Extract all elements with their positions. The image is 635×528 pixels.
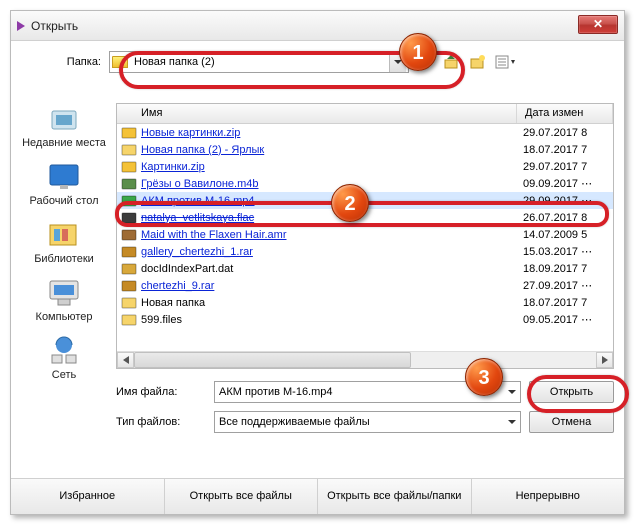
file-date: 18.07.2017 7 — [517, 144, 613, 156]
file-date: 26.07.2017 8 — [517, 212, 613, 224]
file-date: 09.09.2017 ⋯ — [517, 177, 613, 190]
scroll-right-button[interactable] — [596, 352, 613, 368]
file-name: gallery_chertezhi_1.rar — [141, 246, 517, 258]
folder-value: Новая папка (2) — [134, 56, 215, 68]
app-icon — [17, 21, 25, 31]
file-name: Maid with the Flaxen Hair.amr — [141, 229, 517, 241]
file-row[interactable]: Новая папка (2) - Ярлык18.07.2017 7 — [117, 141, 613, 158]
file-date: 18.07.2017 7 — [517, 297, 613, 309]
rar-icon — [121, 245, 137, 259]
go-up-icon[interactable] — [443, 54, 461, 70]
file-row[interactable]: Maid with the Flaxen Hair.amr14.07.2009 … — [117, 226, 613, 243]
chevron-down-icon — [508, 390, 516, 394]
new-folder-icon[interactable] — [469, 54, 487, 70]
file-name: chertezhi_9.rar — [141, 280, 517, 292]
file-row[interactable]: 599.files09.05.2017 ⋯ — [117, 311, 613, 328]
folder-icon — [121, 313, 137, 327]
places-computer[interactable]: Компьютер — [19, 277, 109, 323]
file-name: 599.files — [141, 314, 517, 326]
file-row[interactable]: Новые картинки.zip29.07.2017 8 — [117, 124, 613, 141]
view-menu-icon[interactable] — [495, 54, 513, 70]
filetype-combobox[interactable]: Все поддерживаемые файлы — [214, 411, 521, 433]
file-date: 29.09.2017 ⋯ — [517, 194, 613, 207]
places-libraries[interactable]: Библиотеки — [19, 219, 109, 265]
filename-label: Имя файла: — [116, 386, 206, 398]
file-row[interactable]: Грёзы о Вавилоне.m4b09.09.2017 ⋯ — [117, 175, 613, 192]
file-date: 29.07.2017 7 — [517, 161, 613, 173]
bottom-button-bar: Избранное Открыть все файлы Открыть все … — [11, 478, 624, 514]
folder-icon — [112, 56, 128, 68]
scroll-thumb[interactable] — [134, 352, 411, 368]
open-button[interactable]: Открыть — [529, 381, 614, 403]
file-name: Картинки.zip — [141, 161, 517, 173]
folder-label: Папка: — [21, 56, 101, 68]
title-bar: Открыть ✕ — [11, 11, 624, 41]
folder-icon — [121, 296, 137, 310]
file-row[interactable]: Картинки.zip29.07.2017 7 — [117, 158, 613, 175]
zip-icon — [121, 160, 137, 174]
column-date[interactable]: Дата измен — [517, 104, 613, 123]
chevron-down-icon — [508, 420, 516, 424]
horizontal-scrollbar[interactable] — [117, 351, 613, 368]
filetype-label: Тип файлов: — [116, 416, 206, 428]
folder-combobox[interactable]: Новая папка (2) — [109, 51, 409, 73]
places-bar: Недавние места Рабочий стол Библиотеки К… — [19, 103, 109, 382]
file-date: 27.09.2017 ⋯ — [517, 279, 613, 292]
file-row[interactable]: chertezhi_9.rar27.09.2017 ⋯ — [117, 277, 613, 294]
file-name: АКМ против М-16.mp4 — [141, 195, 517, 207]
amr-icon — [121, 228, 137, 242]
flac-icon — [121, 211, 137, 225]
file-date: 14.07.2009 5 — [517, 229, 613, 241]
column-name[interactable]: Имя — [117, 104, 517, 123]
zip-icon — [121, 126, 137, 140]
open-file-dialog: Открыть ✕ Папка: Новая папка (2) — [11, 11, 624, 514]
bottom-favorites-button[interactable]: Избранное — [11, 479, 165, 514]
file-row[interactable]: Новая папка18.07.2017 7 — [117, 294, 613, 311]
file-row[interactable]: docIdIndexPart.dat18.09.2017 7 — [117, 260, 613, 277]
file-name: docIdIndexPart.dat — [141, 263, 517, 275]
callout-badge-3: 3 — [465, 358, 503, 396]
mp4-icon — [121, 194, 137, 208]
m4b-icon — [121, 177, 137, 191]
places-desktop[interactable]: Рабочий стол — [19, 161, 109, 207]
file-name: Новая папка — [141, 297, 517, 309]
places-network[interactable]: Сеть — [19, 335, 109, 381]
file-row[interactable]: gallery_chertezhi_1.rar15.03.2017 ⋯ — [117, 243, 613, 260]
window-title: Открыть — [31, 19, 78, 33]
file-date: 09.05.2017 ⋯ — [517, 313, 613, 326]
close-button[interactable]: ✕ — [578, 15, 618, 34]
file-list[interactable]: Имя Дата измен Новые картинки.zip29.07.2… — [116, 103, 614, 369]
bottom-continuous-button[interactable]: Непрерывно — [472, 479, 625, 514]
file-date: 18.09.2017 7 — [517, 263, 613, 275]
folder-icon — [121, 143, 137, 157]
list-header: Имя Дата измен — [117, 104, 613, 124]
places-recent[interactable]: Недавние места — [19, 103, 109, 149]
rar-icon — [121, 279, 137, 293]
bottom-open-all-files-button[interactable]: Открыть все файлы — [165, 479, 319, 514]
callout-badge-1: 1 — [399, 33, 437, 71]
file-name: Грёзы о Вавилоне.m4b — [141, 178, 517, 190]
file-date: 29.07.2017 8 — [517, 127, 613, 139]
cancel-button[interactable]: Отмена — [529, 411, 614, 433]
bottom-open-all-folders-button[interactable]: Открыть все файлы/папки — [318, 479, 472, 514]
file-name: Новая папка (2) - Ярлык — [141, 144, 517, 156]
file-name: Новые картинки.zip — [141, 127, 517, 139]
file-name: natalya_vetlitskaya.flac — [141, 212, 517, 224]
file-date: 15.03.2017 ⋯ — [517, 245, 613, 258]
callout-badge-2: 2 — [331, 184, 369, 222]
scroll-left-button[interactable] — [117, 352, 134, 368]
dat-icon — [121, 262, 137, 276]
